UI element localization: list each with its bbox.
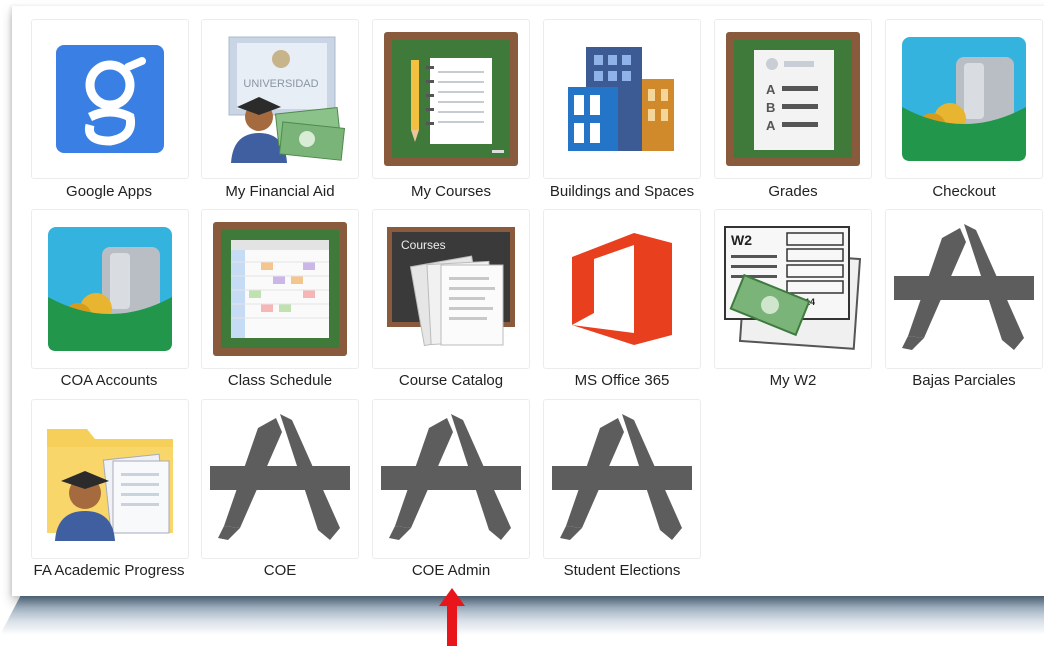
svg-text:Courses: Courses bbox=[401, 238, 446, 252]
notebook-chalkboard-icon bbox=[384, 32, 518, 166]
w2-form-icon: W2 2014 bbox=[724, 226, 862, 350]
page-shadow bbox=[0, 595, 1044, 635]
app-tile-fa-academic-progress[interactable] bbox=[31, 399, 189, 559]
app-tile-class-schedule[interactable] bbox=[201, 209, 359, 369]
app-tile-ms-office-365[interactable] bbox=[543, 209, 701, 369]
app-label: Checkout bbox=[932, 183, 996, 200]
app-label: Google Apps bbox=[66, 183, 152, 200]
app-label: Grades bbox=[768, 183, 818, 200]
folder-graduate-icon bbox=[47, 429, 173, 541]
google-g-icon bbox=[56, 45, 164, 153]
app-label: Class Schedule bbox=[227, 372, 333, 389]
app-store-icon bbox=[552, 414, 692, 540]
app-tile-bajas-parciales[interactable] bbox=[885, 209, 1043, 369]
app-label: Course Catalog bbox=[398, 372, 504, 389]
svg-text:A: A bbox=[766, 82, 776, 97]
app-label: My W2 bbox=[769, 372, 817, 389]
up-arrow-annotation-icon bbox=[439, 588, 465, 646]
wallet-coins-icon bbox=[902, 37, 1026, 161]
course-catalog-icon: Courses bbox=[387, 227, 515, 347]
app-tile-google-apps[interactable] bbox=[31, 19, 189, 179]
app-label: My Courses bbox=[410, 183, 492, 200]
app-tile-coe[interactable] bbox=[201, 399, 359, 559]
app-label: FA Academic Progress bbox=[33, 562, 185, 579]
svg-text:B: B bbox=[766, 100, 775, 115]
app-label: COA Accounts bbox=[60, 372, 158, 389]
app-store-icon bbox=[210, 414, 350, 540]
app-tile-my-w2[interactable]: W2 2014 bbox=[714, 209, 872, 369]
svg-text:W2: W2 bbox=[731, 232, 752, 248]
grades-sheet-icon: A B A bbox=[726, 32, 860, 166]
wallet-coins-icon bbox=[48, 227, 172, 351]
app-tile-coe-admin[interactable] bbox=[372, 399, 530, 559]
app-label: Buildings and Spaces bbox=[549, 183, 695, 200]
app-label: COE bbox=[263, 562, 297, 579]
app-tile-checkout[interactable] bbox=[885, 19, 1043, 179]
schedule-grid-icon bbox=[213, 222, 347, 356]
app-label: Bajas Parciales bbox=[912, 372, 1016, 389]
app-tile-my-courses[interactable] bbox=[372, 19, 530, 179]
app-store-icon bbox=[894, 224, 1034, 350]
app-tile-grades[interactable]: A B A bbox=[714, 19, 872, 179]
graduate-money-icon: UNIVERSIDAD bbox=[228, 36, 345, 163]
app-label: MS Office 365 bbox=[574, 372, 670, 389]
svg-text:A: A bbox=[766, 118, 776, 133]
app-tile-student-elections[interactable] bbox=[543, 399, 701, 559]
office-icon bbox=[572, 233, 672, 345]
app-tile-buildings-and-spaces[interactable] bbox=[543, 19, 701, 179]
app-tile-coa-accounts[interactable] bbox=[31, 209, 189, 369]
svg-text:UNIVERSIDAD: UNIVERSIDAD bbox=[243, 78, 318, 90]
app-label: COE Admin bbox=[411, 562, 491, 579]
app-tile-course-catalog[interactable]: Courses bbox=[372, 209, 530, 369]
app-label: My Financial Aid bbox=[225, 183, 335, 200]
app-label: Student Elections bbox=[563, 562, 681, 579]
app-store-icon bbox=[381, 414, 521, 540]
buildings-icon bbox=[568, 47, 674, 151]
app-tile-my-financial-aid[interactable]: UNIVERSIDAD bbox=[201, 19, 359, 179]
